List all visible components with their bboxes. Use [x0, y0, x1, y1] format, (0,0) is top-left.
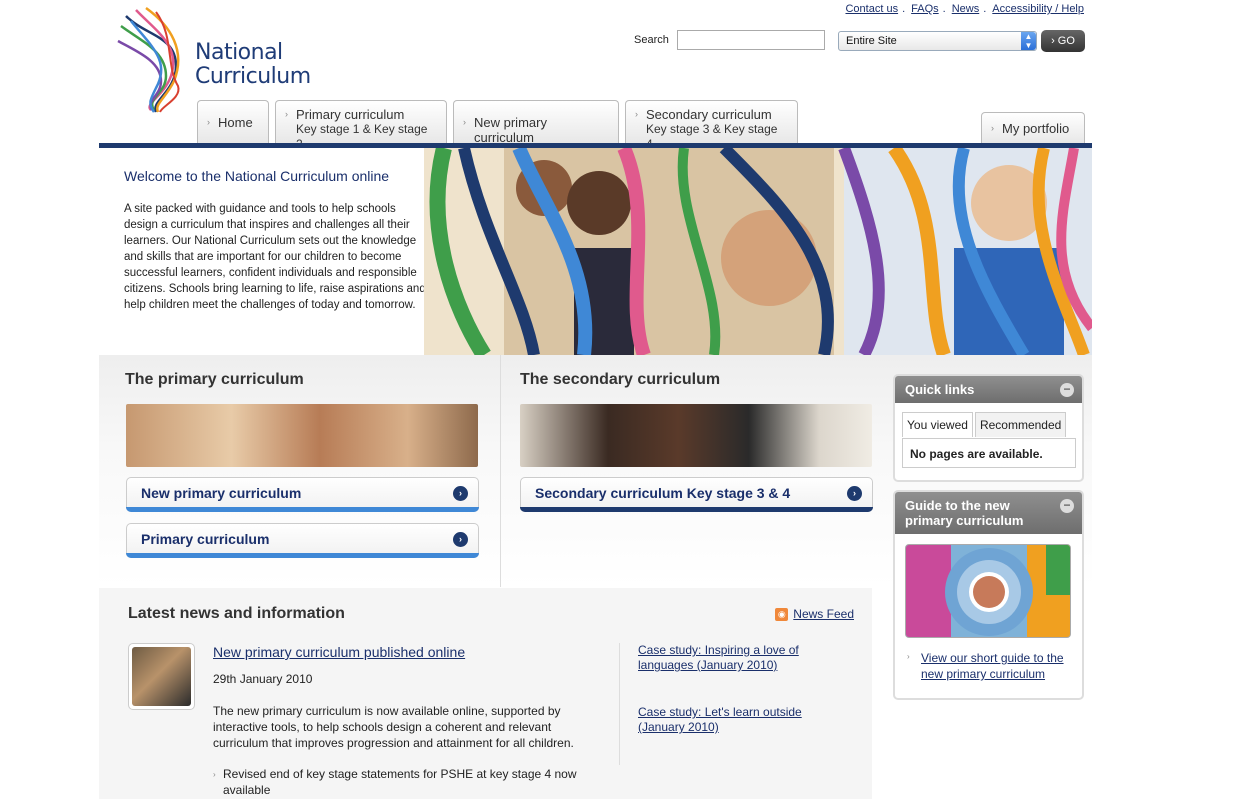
- tab-portfolio-label: My portfolio: [1002, 121, 1070, 136]
- go-button[interactable]: › GO: [1041, 30, 1085, 52]
- primary-button-label: Primary curriculum: [141, 531, 270, 547]
- chevron-right-icon: ›: [213, 770, 216, 779]
- quick-links-tabs: You viewed Recommended: [902, 412, 1068, 437]
- latest-news-panel: Latest news and information ◉ News Feed …: [99, 588, 872, 799]
- page: Contact us. FAQs. News. Accessibility / …: [0, 0, 1246, 799]
- button-accent-bar: [126, 553, 479, 558]
- hero-body: A site packed with guidance and tools to…: [124, 203, 426, 311]
- band-divider: [500, 355, 501, 587]
- search-scope-select[interactable]: Entire Site ▲ ▼: [838, 31, 1037, 51]
- chevron-right-icon: ›: [991, 123, 994, 133]
- guide-box: Guide to the new primary curriculum − › …: [893, 490, 1084, 700]
- utility-links: Contact us. FAQs. News. Accessibility / …: [845, 3, 1084, 15]
- faqs-link[interactable]: FAQs: [911, 3, 939, 15]
- tab-recommended[interactable]: Recommended: [974, 412, 1067, 437]
- tab-new-primary-label: New primary curriculum: [474, 115, 547, 145]
- collapse-icon[interactable]: −: [1060, 499, 1074, 513]
- chevron-right-icon: ›: [1051, 35, 1055, 47]
- news-thumbnail: [128, 643, 195, 710]
- contact-us-link[interactable]: Contact us: [845, 3, 898, 15]
- search-area: Search: [634, 30, 825, 50]
- search-scope-value: Entire Site: [846, 35, 897, 47]
- news-heading: Latest news and information: [128, 605, 345, 622]
- guide-image[interactable]: [905, 544, 1071, 638]
- arrow-circle-icon: ›: [847, 486, 862, 501]
- arrow-circle-icon: ›: [453, 486, 468, 501]
- quick-links-header: Quick links −: [895, 376, 1082, 403]
- tab-home-label: Home: [218, 115, 253, 130]
- secondary-button-label: Secondary curriculum Key stage 3 & 4: [535, 485, 791, 501]
- chevron-right-icon: ›: [635, 109, 638, 119]
- secondary-students-image: [520, 404, 872, 467]
- primary-curriculum-button[interactable]: Primary curriculum ›: [126, 523, 479, 558]
- new-primary-button-label: New primary curriculum: [141, 485, 302, 501]
- ribbon-logo-icon: [117, 6, 180, 113]
- primary-children-image: [126, 404, 478, 467]
- primary-heading: The primary curriculum: [125, 371, 304, 388]
- hero-image: [424, 148, 1092, 355]
- news-link[interactable]: News: [952, 3, 980, 15]
- tab-my-portfolio[interactable]: › My portfolio: [981, 112, 1085, 144]
- tab-primary-label: Primary curriculum: [296, 107, 405, 122]
- secondary-heading: The secondary curriculum: [520, 371, 721, 388]
- chevron-right-icon: ›: [907, 652, 910, 661]
- tab-secondary-curriculum[interactable]: › Secondary curriculum Key stage 3 & Key…: [625, 100, 798, 151]
- rss-icon: ◉: [775, 607, 789, 621]
- quick-links-box: Quick links − You viewed Recommended No …: [893, 374, 1084, 482]
- news-feed-label[interactable]: News Feed: [793, 607, 854, 621]
- case-study-outside-link[interactable]: Case study: Let's learn outside (January…: [638, 705, 828, 735]
- go-button-label: GO: [1057, 35, 1075, 47]
- guide-title: Guide to the new primary curriculum: [905, 498, 1024, 528]
- news-feed-link[interactable]: ◉ News Feed: [775, 607, 854, 621]
- tab-you-viewed[interactable]: You viewed: [902, 412, 973, 437]
- quick-links-empty: No pages are available.: [902, 438, 1076, 468]
- tab-new-primary[interactable]: › New primary curriculum: [453, 100, 619, 145]
- new-primary-curriculum-button[interactable]: New primary curriculum ›: [126, 477, 479, 512]
- tab-home[interactable]: › Home: [197, 100, 269, 144]
- news-item-title[interactable]: New primary curriculum published online: [213, 644, 465, 660]
- news-more-item[interactable]: › Revised end of key stage statements fo…: [213, 766, 583, 798]
- news-item-date: 29th January 2010: [213, 672, 313, 686]
- news-item-body: The new primary curriculum is now availa…: [213, 704, 574, 750]
- hero-title: Welcome to the National Curriculum onlin…: [124, 168, 390, 184]
- secondary-curriculum-button[interactable]: Secondary curriculum Key stage 3 & 4 ›: [520, 477, 873, 512]
- chevron-right-icon: ›: [285, 109, 288, 119]
- select-arrows-icon: ▲ ▼: [1021, 32, 1036, 50]
- arrow-circle-icon: ›: [453, 532, 468, 547]
- search-input[interactable]: [676, 30, 825, 50]
- tab-primary-curriculum[interactable]: › Primary curriculum Key stage 1 & Key s…: [275, 100, 447, 151]
- hero-ribbons-photo: [424, 148, 1092, 355]
- accessibility-help-link[interactable]: Accessibility / Help: [992, 3, 1084, 15]
- search-label: Search: [634, 34, 669, 46]
- news-more-label: Revised end of key stage statements for …: [223, 767, 577, 797]
- hero-text: Welcome to the National Curriculum onlin…: [124, 168, 429, 313]
- chevron-right-icon: ›: [207, 117, 210, 127]
- guide-wheel-graphic: [906, 545, 1070, 637]
- quick-links-title: Quick links: [905, 382, 975, 397]
- button-accent-bar: [126, 507, 479, 512]
- guide-link[interactable]: View our short guide to the new primary …: [921, 650, 1071, 682]
- news-divider: [619, 643, 620, 765]
- case-study-languages-link[interactable]: Case study: Inspiring a love of language…: [638, 643, 828, 673]
- tab-secondary-label: Secondary curriculum: [646, 107, 772, 122]
- chevron-right-icon: ›: [463, 117, 466, 127]
- collapse-icon[interactable]: −: [1060, 383, 1074, 397]
- logo-line2: Curriculum: [195, 64, 311, 89]
- logo-line1: National: [195, 40, 283, 65]
- guide-header: Guide to the new primary curriculum −: [895, 492, 1082, 534]
- button-accent-bar: [520, 507, 873, 512]
